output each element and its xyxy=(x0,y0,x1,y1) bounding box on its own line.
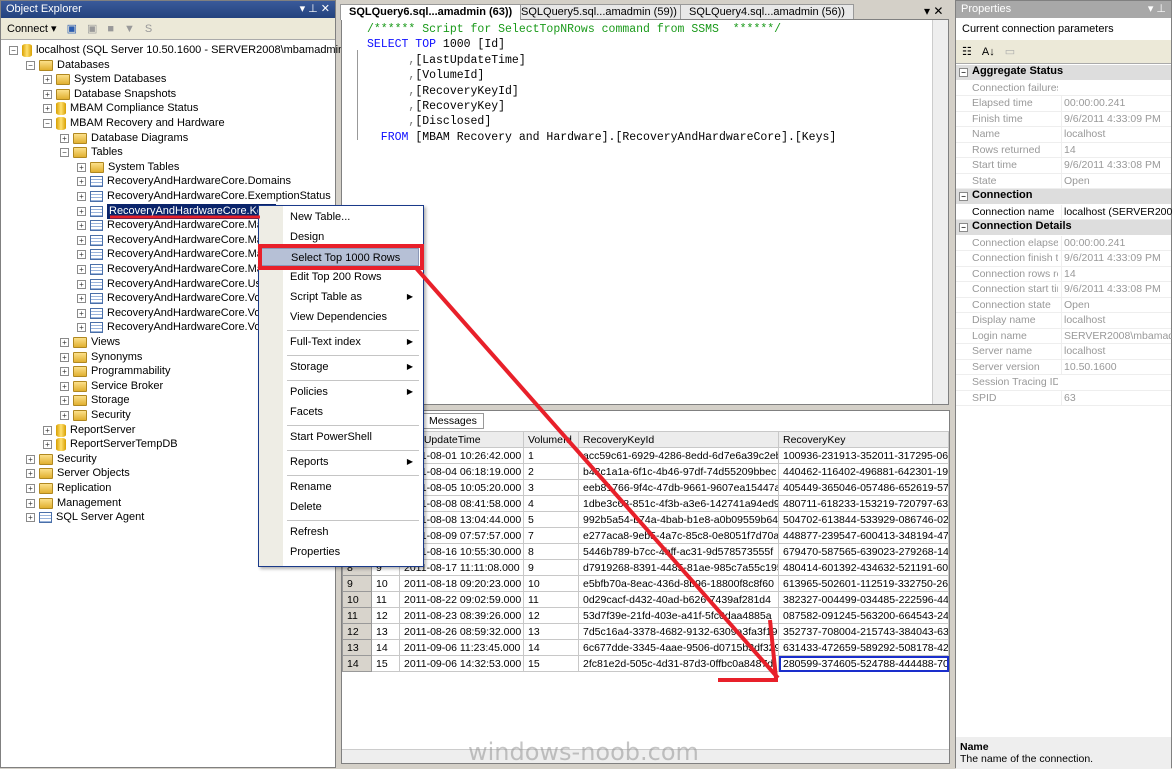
highlight-box-menu xyxy=(258,244,424,270)
arrow-line xyxy=(414,266,780,680)
annotation-arrows xyxy=(110,215,780,682)
watermark: windows-noob.com xyxy=(468,738,699,766)
tab-query[interactable]: SQLQuery6.sql...amadmin (63)) xyxy=(340,4,522,20)
